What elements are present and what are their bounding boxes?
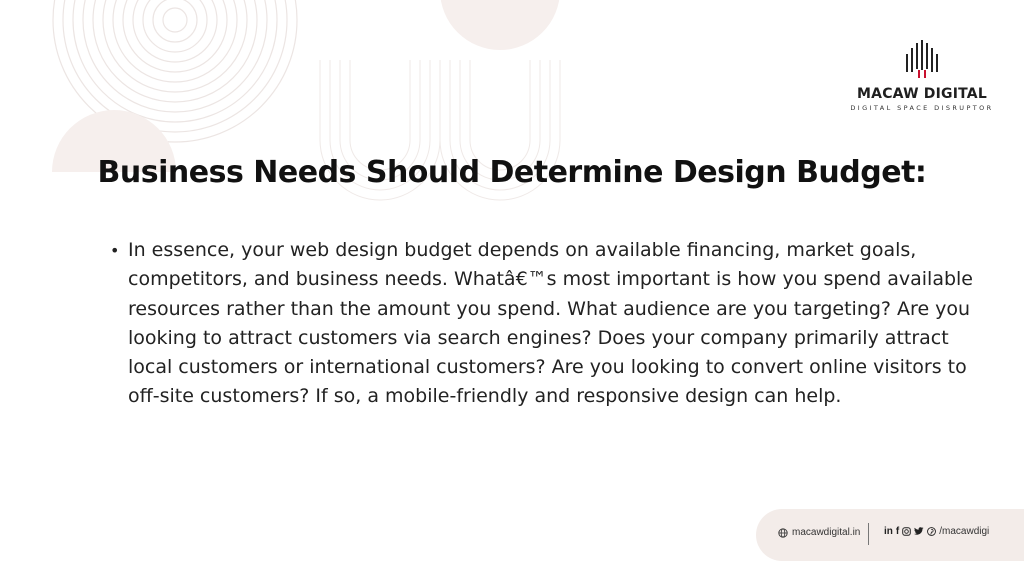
instagram-icon[interactable]	[902, 527, 912, 536]
bullet-text: In essence, your web design budget depen…	[128, 239, 973, 408]
linkedin-icon[interactable]: in	[884, 526, 893, 537]
footer-pill: macawdigital.in in f /macawdigi	[756, 509, 1024, 561]
macaw-logo-icon	[906, 40, 938, 78]
footer-divider	[868, 523, 869, 545]
website-text: macawdigital.in	[792, 527, 861, 538]
facebook-icon[interactable]: f	[896, 526, 899, 537]
bullet-icon: •	[110, 241, 120, 260]
brand-name: MACAW DIGITAL	[857, 86, 987, 102]
bullet-list: • In essence, your web design budget dep…	[106, 236, 976, 412]
slide-title: Business Needs Should Determine Design B…	[97, 155, 927, 190]
social-links: in f /macawdigi	[884, 526, 989, 537]
pinterest-icon[interactable]	[927, 527, 937, 536]
social-handle: /macawdigi	[939, 526, 990, 537]
twitter-icon[interactable]	[914, 527, 924, 536]
brand-logo: MACAW DIGITAL DIGITAL SPACE DISRUPTOR	[850, 40, 994, 112]
globe-icon	[778, 527, 788, 538]
website-link[interactable]: macawdigital.in	[778, 527, 860, 538]
list-item: • In essence, your web design budget dep…	[106, 236, 976, 412]
brand-tagline: DIGITAL SPACE DISRUPTOR	[850, 104, 994, 112]
deco-blob-top	[440, 0, 560, 50]
